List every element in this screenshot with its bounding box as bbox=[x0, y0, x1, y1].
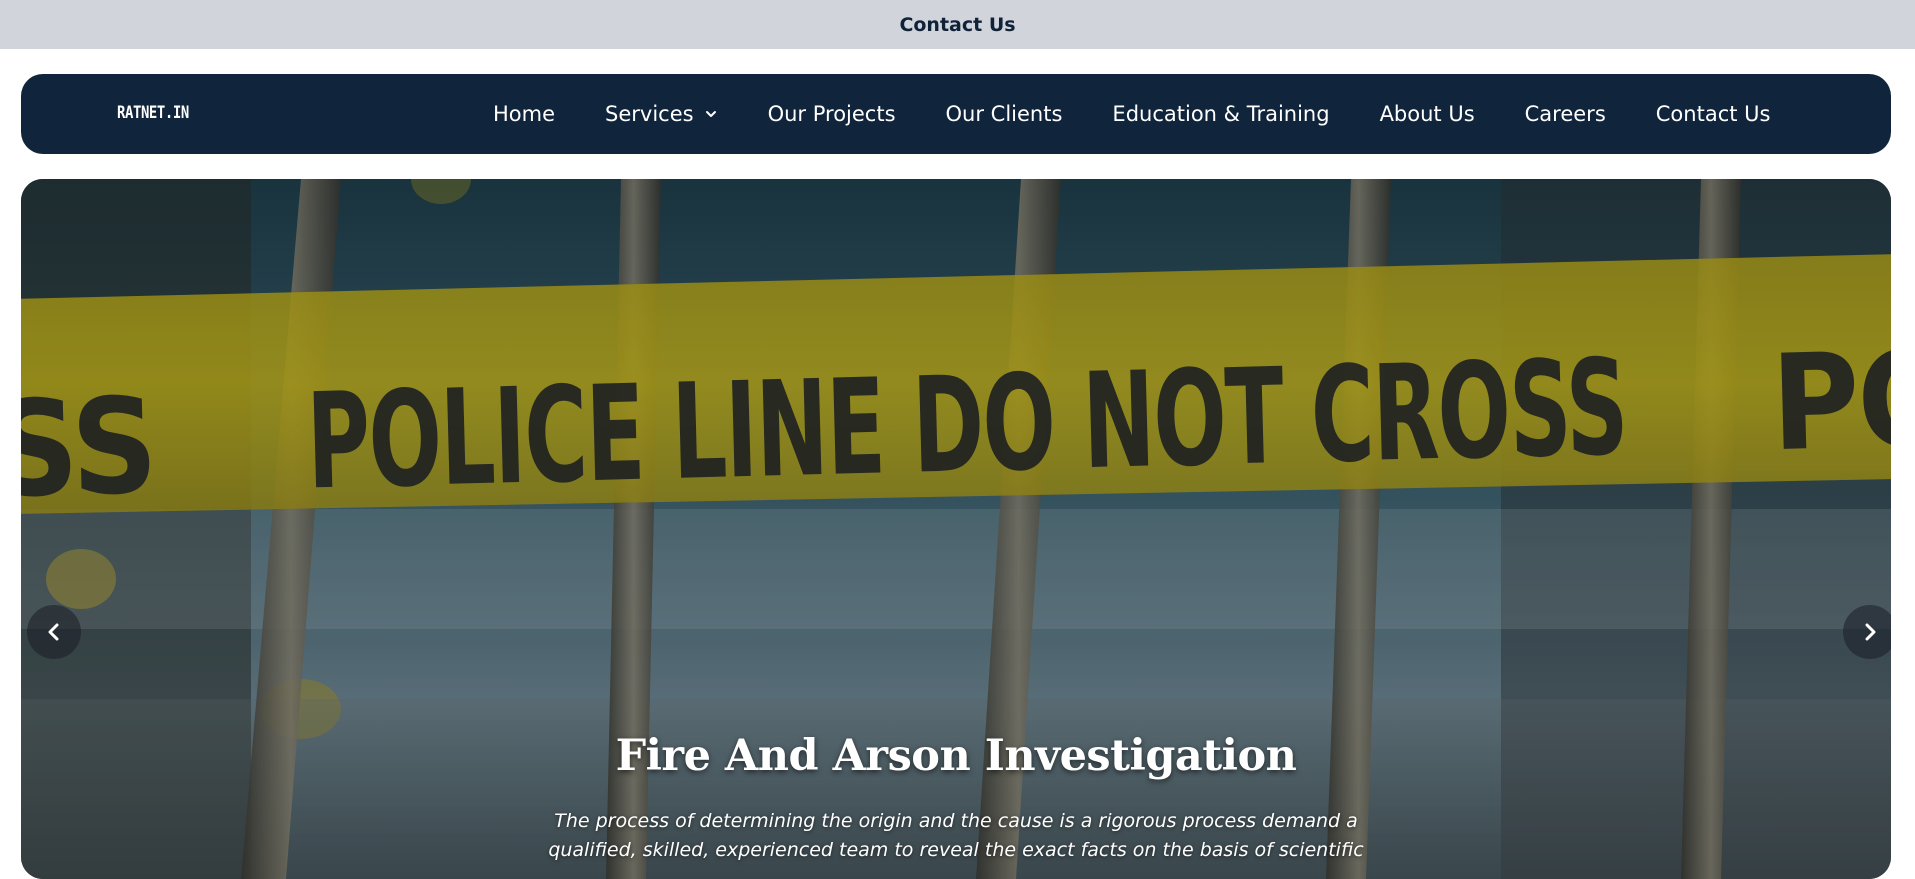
nav-item-services[interactable]: Services bbox=[605, 102, 718, 126]
hero-slider: SS POLICE LINE DO NOT CROSS PO Fire And … bbox=[21, 179, 1891, 879]
top-contact-bar: Contact Us bbox=[0, 0, 1915, 49]
chevron-right-icon bbox=[1865, 623, 1876, 641]
slider-next-button[interactable] bbox=[1843, 605, 1891, 659]
nav-item-our-projects[interactable]: Our Projects bbox=[768, 102, 896, 126]
slider-prev-button[interactable] bbox=[27, 605, 81, 659]
nav-item-education-training[interactable]: Education & Training bbox=[1112, 102, 1329, 126]
hero-title: Fire And Arson Investigation bbox=[615, 731, 1297, 781]
nav-item-label: Education & Training bbox=[1112, 102, 1330, 126]
chevron-left-icon bbox=[48, 623, 59, 641]
nav-item-label: About Us bbox=[1379, 102, 1475, 126]
nav-item-label: Services bbox=[605, 102, 694, 126]
nav-item-our-clients[interactable]: Our Clients bbox=[946, 102, 1063, 126]
nav-item-label: Our Projects bbox=[767, 102, 896, 126]
site-logo[interactable]: RATNET.IN bbox=[117, 103, 189, 123]
nav-links: Home Services Our Projects Our Clients E… bbox=[493, 74, 1770, 154]
nav-item-label: Contact Us bbox=[1655, 102, 1771, 126]
main-navbar: RATNET.IN Home Services Our Projects Our… bbox=[21, 74, 1891, 154]
top-contact-link[interactable]: Contact Us bbox=[899, 14, 1015, 36]
nav-item-label: Home bbox=[493, 102, 556, 126]
nav-item-label: Our Clients bbox=[945, 102, 1063, 126]
nav-item-label: Careers bbox=[1524, 102, 1606, 126]
nav-item-home[interactable]: Home bbox=[493, 102, 555, 126]
nav-item-contact-us[interactable]: Contact Us bbox=[1656, 102, 1771, 126]
chevron-down-icon bbox=[705, 111, 716, 117]
nav-item-careers[interactable]: Careers bbox=[1525, 102, 1606, 126]
hero-description: The process of determining the origin an… bbox=[548, 810, 1364, 861]
nav-item-about-us[interactable]: About Us bbox=[1380, 102, 1475, 126]
